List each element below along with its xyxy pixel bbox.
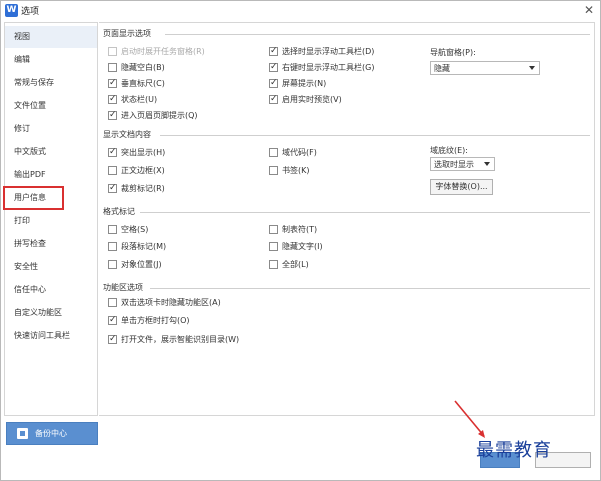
section-title-format-marks: 格式标记 [103,207,135,216]
section-title-doc-content: 显示文档内容 [103,130,151,139]
sidebar-item-view[interactable]: 视图 [5,26,97,48]
section-title-ribbon: 功能区选项 [103,283,143,292]
chevron-down-icon [484,162,490,166]
check-icon: ✓ [109,94,117,104]
section-divider [140,212,590,213]
check-icon: ✓ [270,62,278,72]
chevron-down-icon [529,66,535,70]
sidebar-item-output-pdf[interactable]: 输出PDF [5,164,97,186]
section-title-page-display: 页面显示选项 [103,29,151,38]
sidebar-item-quick-access-toolbar[interactable]: 快速访问工具栏 [5,325,97,347]
field-shading-label: 域底纹(E): [430,146,468,155]
sidebar-item-chinese-layout[interactable]: 中文版式 [5,141,97,163]
sidebar-item-security[interactable]: 安全性 [5,256,97,278]
check-icon: ✓ [109,315,117,325]
section-divider [165,34,590,35]
title-bar: W 选项 ✕ [1,1,600,20]
sidebar-item-print[interactable]: 打印 [5,210,97,232]
check-icon: ✓ [109,147,117,157]
sidebar-item-spell-check[interactable]: 拼写检查 [5,233,97,255]
sidebar-item-revision[interactable]: 修订 [5,118,97,140]
font-substitution-button[interactable]: 字体替换(O)... [430,179,493,195]
check-icon: ✓ [270,94,278,104]
check-icon: ✓ [109,78,117,88]
check-icon: ✓ [109,334,117,344]
check-icon: ✓ [109,183,117,193]
section-divider [150,288,590,289]
check-icon: ✓ [270,46,278,56]
sidebar-item-edit[interactable]: 编辑 [5,49,97,71]
nav-pane-label: 导航窗格(P): [430,48,476,57]
watermark-text: 最需教育 [476,440,552,461]
user-info-highlight-box [3,186,64,210]
sidebar-item-trust-center[interactable]: 信任中心 [5,279,97,301]
dialog-title: 选项 [21,7,40,17]
sidebar-item-general-save[interactable]: 常规与保存 [5,72,97,94]
options-sidebar: 视图 编辑 常规与保存 文件位置 修订 中文版式 输出PDF 用户信息 打印 拼… [4,22,98,416]
wps-writer-icon: W [5,4,18,17]
section-divider [160,135,590,136]
backup-center-button[interactable]: 备份中心 [6,422,98,445]
sidebar-item-customize-ribbon[interactable]: 自定义功能区 [5,302,97,324]
backup-icon [17,428,28,439]
close-button[interactable]: ✕ [581,2,597,18]
options-main-panel [99,22,595,416]
check-icon: ✓ [109,110,117,120]
field-shading-select[interactable]: 选取时显示 [430,157,495,171]
check-icon: ✓ [270,78,278,88]
sidebar-item-file-location[interactable]: 文件位置 [5,95,97,117]
nav-pane-select[interactable]: 隐藏 [430,61,540,75]
close-icon: ✕ [583,3,595,17]
